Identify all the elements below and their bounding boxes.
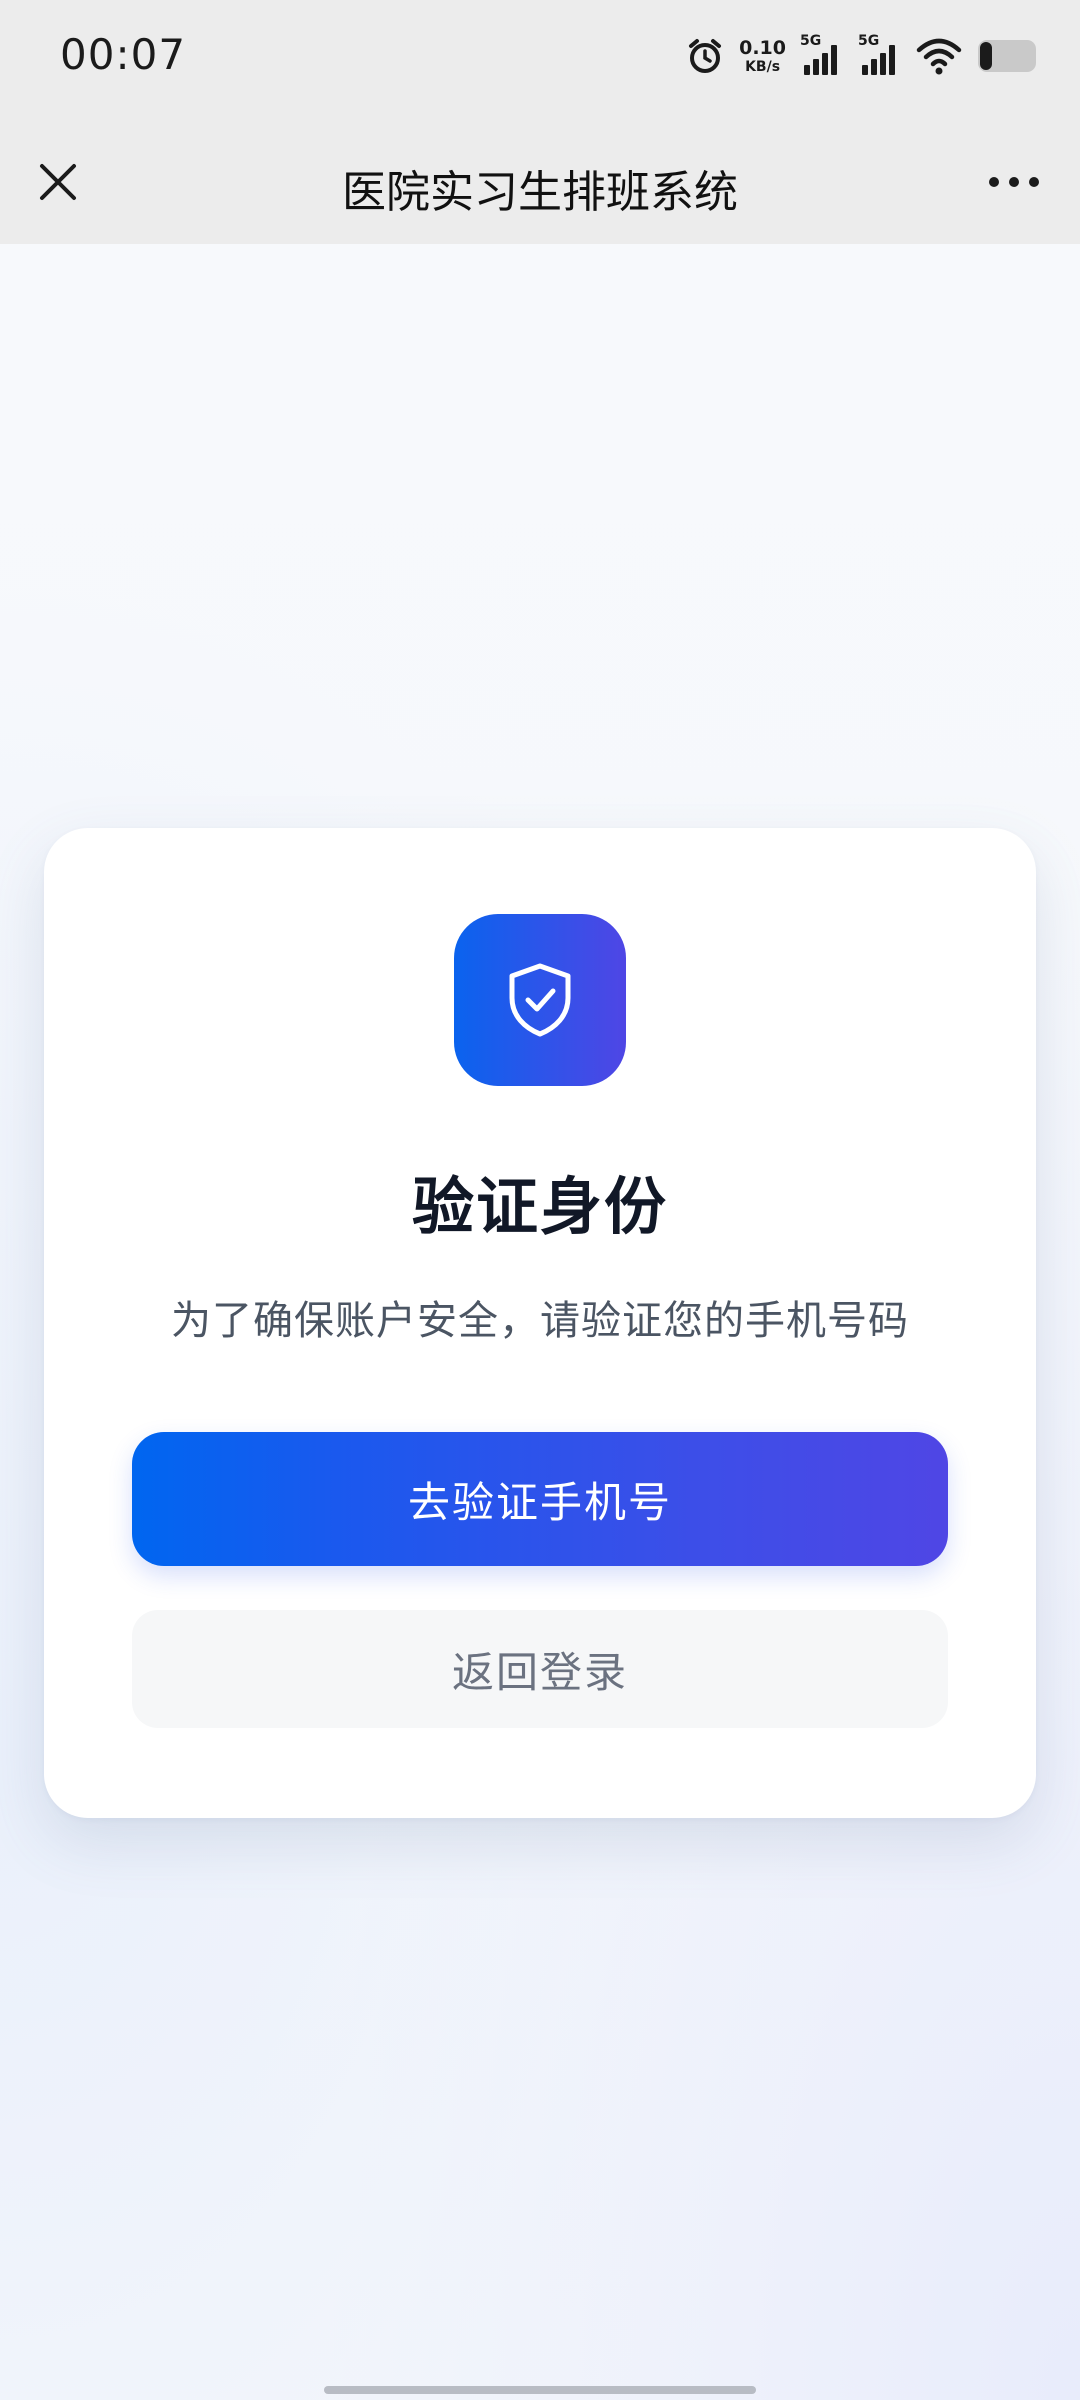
signal-icon: 5G [800, 33, 844, 77]
wifi-icon [916, 36, 962, 76]
status-time: 00:07 [60, 30, 187, 79]
verify-phone-button[interactable]: 去验证手机号 [132, 1432, 948, 1566]
card-title: 验证身份 [411, 1170, 668, 1243]
battery-icon [976, 36, 1040, 76]
back-to-login-button[interactable]: 返回登录 [132, 1610, 948, 1728]
net-speed-value: 0.10 [739, 36, 786, 59]
net-speed-unit: KB/s [745, 58, 781, 75]
signal-icon: 5G [858, 33, 902, 77]
card-subtitle: 为了确保账户安全，请验证您的手机号码 [171, 1298, 909, 1344]
status-bar: 00:07 0.10 KB/s 5G 5G [0, 0, 1080, 120]
shield-check-icon [509, 963, 571, 1037]
status-icons: 0.10 KB/s 5G 5G [671, 30, 1040, 82]
verify-identity-card: 验证身份 为了确保账户安全，请验证您的手机号码 去验证手机号 返回登录 [44, 828, 1036, 1818]
alarm-icon [685, 36, 725, 76]
home-indicator[interactable] [324, 2386, 756, 2394]
net-speed: 0.10 KB/s [739, 36, 786, 75]
more-icon [989, 177, 1039, 187]
more-button[interactable] [978, 150, 1050, 214]
shield-tile [454, 914, 626, 1086]
page-title: 医院实习生排班系统 [342, 167, 738, 218]
nav-bar: 医院实习生排班系统 [0, 120, 1080, 244]
